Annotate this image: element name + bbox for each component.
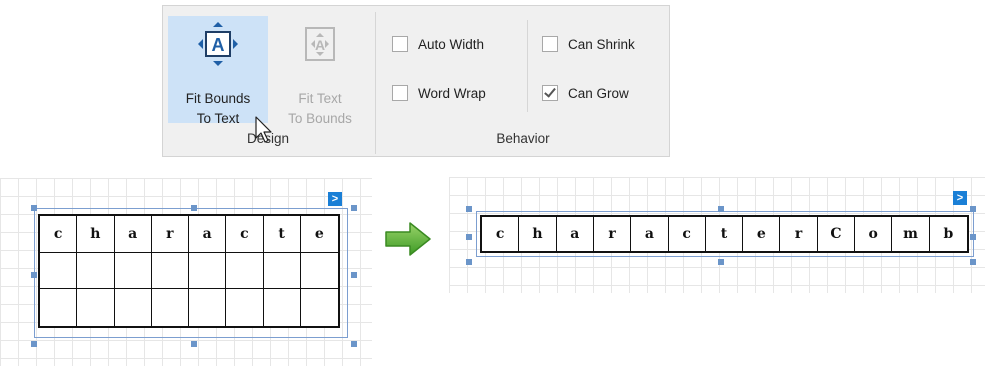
resize-handle[interactable] xyxy=(970,206,976,212)
resize-handle[interactable] xyxy=(351,272,357,278)
fit-text-to-bounds-button[interactable]: A Fit Text To Bounds xyxy=(270,16,370,126)
can-shrink-label: Can Shrink xyxy=(568,36,635,52)
comb-cell: r xyxy=(594,217,632,251)
smart-tag-icon[interactable]: > xyxy=(953,191,967,205)
comb-cell: r xyxy=(151,216,189,253)
resize-handle[interactable] xyxy=(466,234,472,240)
comb-cell xyxy=(40,252,78,290)
comb-cell xyxy=(226,289,264,326)
svg-text:A: A xyxy=(212,35,225,55)
comb-cell xyxy=(152,289,189,326)
comb-cell xyxy=(300,253,338,290)
resize-handle[interactable] xyxy=(466,259,472,265)
comb-cell: m xyxy=(892,217,930,251)
auto-width-option[interactable]: Auto Width xyxy=(392,36,484,52)
comb-cell: h xyxy=(77,216,115,253)
comb-cell: e xyxy=(743,217,781,251)
comb-cell: a xyxy=(631,217,669,251)
can-shrink-checkbox[interactable] xyxy=(542,36,558,52)
comb-cell: a xyxy=(114,216,152,253)
designer-surface-before: characte > xyxy=(0,178,372,366)
comb-cell xyxy=(264,289,301,326)
resize-handle[interactable] xyxy=(31,341,37,347)
comb-cell: t xyxy=(706,217,744,251)
comb-cell: e xyxy=(300,216,338,253)
auto-width-label: Auto Width xyxy=(418,36,485,52)
resize-handle[interactable] xyxy=(31,205,37,211)
comb-cell xyxy=(114,252,152,290)
fit-text-to-bounds-label: Fit Text To Bounds xyxy=(288,91,352,126)
comb-cell xyxy=(263,252,301,290)
resize-handle[interactable] xyxy=(31,272,37,278)
can-shrink-option[interactable]: Can Shrink xyxy=(542,36,635,52)
comb-cell: a xyxy=(189,216,227,253)
ribbon-panel: A Fit Bounds To Text A Fit Text To Bound… xyxy=(162,5,670,157)
character-comb-before[interactable]: characte xyxy=(38,214,340,328)
behavior-group-caption: Behavior xyxy=(496,131,550,146)
comb-cell: a xyxy=(557,217,594,251)
comb-cell: c xyxy=(669,217,706,251)
word-wrap-label: Word Wrap xyxy=(418,85,486,101)
resize-handle[interactable] xyxy=(970,259,976,265)
designer-surface-after: characterComb > xyxy=(449,177,985,293)
word-wrap-option[interactable]: Word Wrap xyxy=(392,85,486,101)
resize-handle[interactable] xyxy=(191,205,197,211)
comb-cell: C xyxy=(818,217,856,251)
fit-text-to-bounds-icon: A xyxy=(305,27,335,61)
resize-handle[interactable] xyxy=(718,206,724,212)
character-comb-after[interactable]: characterComb xyxy=(480,215,969,253)
word-wrap-checkbox[interactable] xyxy=(392,85,408,101)
resize-handle[interactable] xyxy=(351,205,357,211)
resize-handle[interactable] xyxy=(718,259,724,265)
comb-cell: h xyxy=(519,217,557,251)
can-grow-checkbox[interactable] xyxy=(542,85,558,101)
resize-handle[interactable] xyxy=(351,341,357,347)
ribbon-inner-separator xyxy=(527,20,528,112)
svg-text:A: A xyxy=(315,37,325,53)
fit-bounds-to-text-button[interactable]: A Fit Bounds To Text xyxy=(168,16,268,126)
comb-cell: o xyxy=(855,217,893,251)
comb-cell xyxy=(151,252,189,290)
smart-tag-icon[interactable]: > xyxy=(328,192,342,206)
fit-bounds-to-text-label: Fit Bounds To Text xyxy=(185,91,251,126)
can-grow-label: Can Grow xyxy=(568,85,629,101)
comb-cell: c xyxy=(482,217,520,251)
comb-cell xyxy=(189,252,227,290)
right-arrow-icon xyxy=(385,222,431,256)
comb-cell xyxy=(77,289,115,326)
auto-width-checkbox[interactable] xyxy=(392,36,408,52)
comb-cell xyxy=(40,289,78,326)
resize-handle[interactable] xyxy=(970,234,976,240)
can-grow-option[interactable]: Can Grow xyxy=(542,85,629,101)
comb-cell: b xyxy=(943,226,954,242)
comb-cell xyxy=(115,289,152,326)
comb-cell: r xyxy=(780,217,818,251)
comb-cell xyxy=(189,289,227,326)
comb-cell xyxy=(301,289,338,326)
comb-cell: t xyxy=(263,216,301,253)
comb-cell: c xyxy=(40,216,78,253)
comb-cell xyxy=(77,252,115,290)
comb-cell: c xyxy=(226,216,264,253)
resize-handle[interactable] xyxy=(466,206,472,212)
comb-cell xyxy=(226,252,264,290)
mouse-pointer-icon xyxy=(255,116,272,143)
resize-handle[interactable] xyxy=(191,341,197,347)
fit-bounds-to-text-icon: A xyxy=(198,22,238,66)
